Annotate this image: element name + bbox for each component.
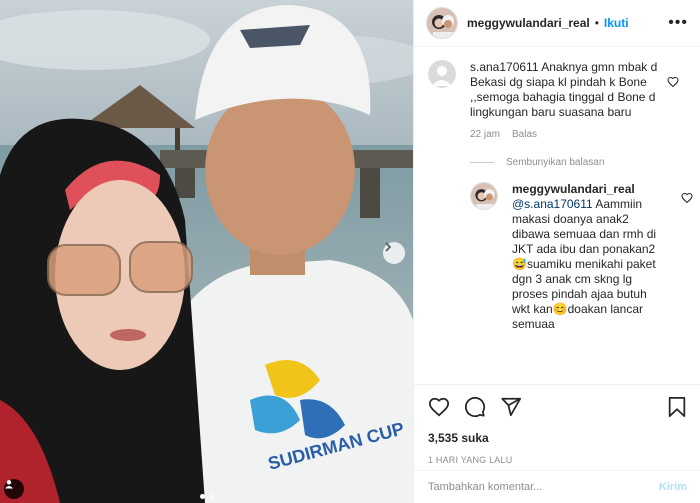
hide-replies-label: Sembunyikan balasan [506, 157, 605, 168]
chevron-right-icon [385, 242, 392, 252]
user-icon [5, 480, 13, 489]
post-date[interactable]: 1 HARI YANG LALU [428, 455, 687, 465]
post-photo[interactable]: SUDIRMAN CUP [0, 0, 413, 503]
separator-dot: • [594, 16, 599, 30]
comment-input[interactable] [428, 481, 659, 493]
avatar-image [471, 183, 497, 209]
like-reply-heart-icon[interactable] [681, 192, 693, 204]
share-paper-plane-icon[interactable] [500, 396, 522, 418]
carousel-dot [199, 494, 205, 499]
hide-replies-toggle[interactable]: Sembunyikan balasan [470, 157, 700, 168]
more-options-icon[interactable]: ••• [668, 14, 688, 32]
default-avatar-icon [432, 66, 452, 86]
post-actions: 3,535 suka 1 HARI YANG LALU [414, 384, 700, 465]
reply-mention-link[interactable]: @s.ana170611 [512, 197, 593, 211]
likes-count[interactable]: 3,535 suka [428, 431, 687, 445]
replies-divider-line [470, 162, 494, 163]
author-avatar[interactable] [426, 7, 458, 39]
avatar-image [427, 8, 457, 38]
photo-illustration: SUDIRMAN CUP [0, 0, 413, 503]
author-username[interactable]: meggywulandari_real [467, 16, 590, 30]
reply-username[interactable]: meggywulandari_real [512, 182, 660, 197]
post-side-panel: meggywulandari_real • Ikuti ••• s.ana170… [413, 0, 700, 503]
reply-item: meggywulandari_real @s.ana170611 Aammiin… [470, 182, 700, 332]
reply-button[interactable]: Balas [512, 127, 537, 142]
comment-bubble-icon[interactable] [464, 396, 486, 418]
comment-time[interactable]: 22 jam [470, 127, 500, 142]
commenter-avatar[interactable] [428, 60, 456, 88]
comments-list: s.ana170611 Anaknya gmn mbak d Bekasi dg… [414, 60, 700, 383]
add-comment-bar: Kirim [414, 470, 700, 503]
post-comment-button[interactable]: Kirim [659, 481, 687, 493]
reply-author-avatar[interactable] [470, 182, 498, 210]
reply-body: meggywulandari_real @s.ana170611 Aammiin… [512, 182, 660, 332]
next-photo-button[interactable] [383, 242, 405, 264]
comment-item: s.ana170611 Anaknya gmn mbak d Bekasi dg… [414, 60, 700, 142]
like-heart-icon[interactable] [428, 396, 450, 418]
carousel-indicators [0, 494, 413, 499]
action-icons-row [428, 395, 687, 419]
post-header: meggywulandari_real • Ikuti ••• [414, 0, 700, 47]
commenter-username[interactable]: s.ana170611 [470, 60, 539, 74]
reply-text: Aammiin makasi doanya anak2 dibawa semua… [512, 197, 657, 331]
bookmark-icon[interactable] [667, 396, 687, 418]
comment-body: s.ana170611 Anaknya gmn mbak d Bekasi dg… [470, 60, 665, 142]
comment-meta: 22 jam Balas [470, 127, 665, 142]
carousel-dot [208, 494, 214, 499]
follow-button[interactable]: Ikuti [604, 16, 629, 30]
like-comment-heart-icon[interactable] [667, 76, 679, 88]
